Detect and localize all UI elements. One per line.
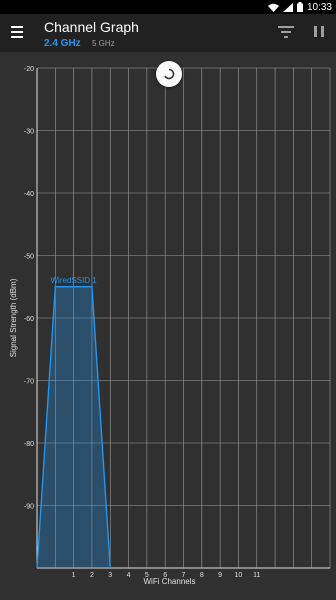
menu-button[interactable] [8, 22, 28, 42]
pause-button[interactable] [311, 23, 327, 41]
menu-icon [11, 26, 23, 38]
pause-icon [314, 26, 324, 37]
x-tick-label: 1 [72, 572, 76, 579]
y-tick-label: -70 [24, 379, 34, 386]
status-time: 10:33 [306, 1, 332, 13]
battery-icon [296, 2, 303, 12]
signal-icon [282, 2, 293, 12]
y-tick-label: -30 [24, 129, 34, 136]
x-tick-label: 3 [108, 572, 112, 579]
y-tick-label: -60 [24, 316, 34, 323]
app-bar: Channel Graph 2.4 GHz 5 GHz [0, 14, 336, 52]
filter-button[interactable] [277, 23, 295, 41]
band-tab-5ghz[interactable]: 5 GHz [92, 39, 115, 48]
y-tick-label: -80 [24, 441, 34, 448]
wifi-icon [267, 3, 279, 12]
y-tick-label: -20 [24, 66, 34, 73]
y-tick-label: -50 [24, 254, 34, 261]
x-tick-label: 8 [200, 572, 204, 579]
status-bar: 10:33 [0, 0, 336, 14]
x-tick-label: 11 [253, 572, 260, 579]
x-tick-label: 4 [127, 572, 131, 579]
refresh-indicator[interactable] [156, 61, 182, 87]
series-area [37, 286, 111, 568]
x-tick-label: 9 [218, 572, 222, 579]
x-tick-label: 2 [90, 572, 94, 579]
filter-icon [278, 26, 294, 38]
channel-graph-chart: -20-30-40-50-60-70-80-901 2 3 4 5 6 7 8 9 10 11WiF… [9, 66, 331, 586]
y-axis-label: Signal Strength (dBm) [9, 278, 18, 357]
page-title: Channel Graph [44, 19, 139, 35]
x-axis-label: WiFi Channels [143, 577, 195, 586]
y-tick-label: -90 [24, 504, 34, 511]
y-tick-label: -40 [24, 191, 34, 198]
refresh-icon [164, 68, 175, 80]
x-tick-label: 10 [235, 572, 243, 579]
series-label: WiredSSID 1 [51, 276, 98, 285]
band-tab-2-4ghz[interactable]: 2.4 GHz [44, 38, 81, 49]
